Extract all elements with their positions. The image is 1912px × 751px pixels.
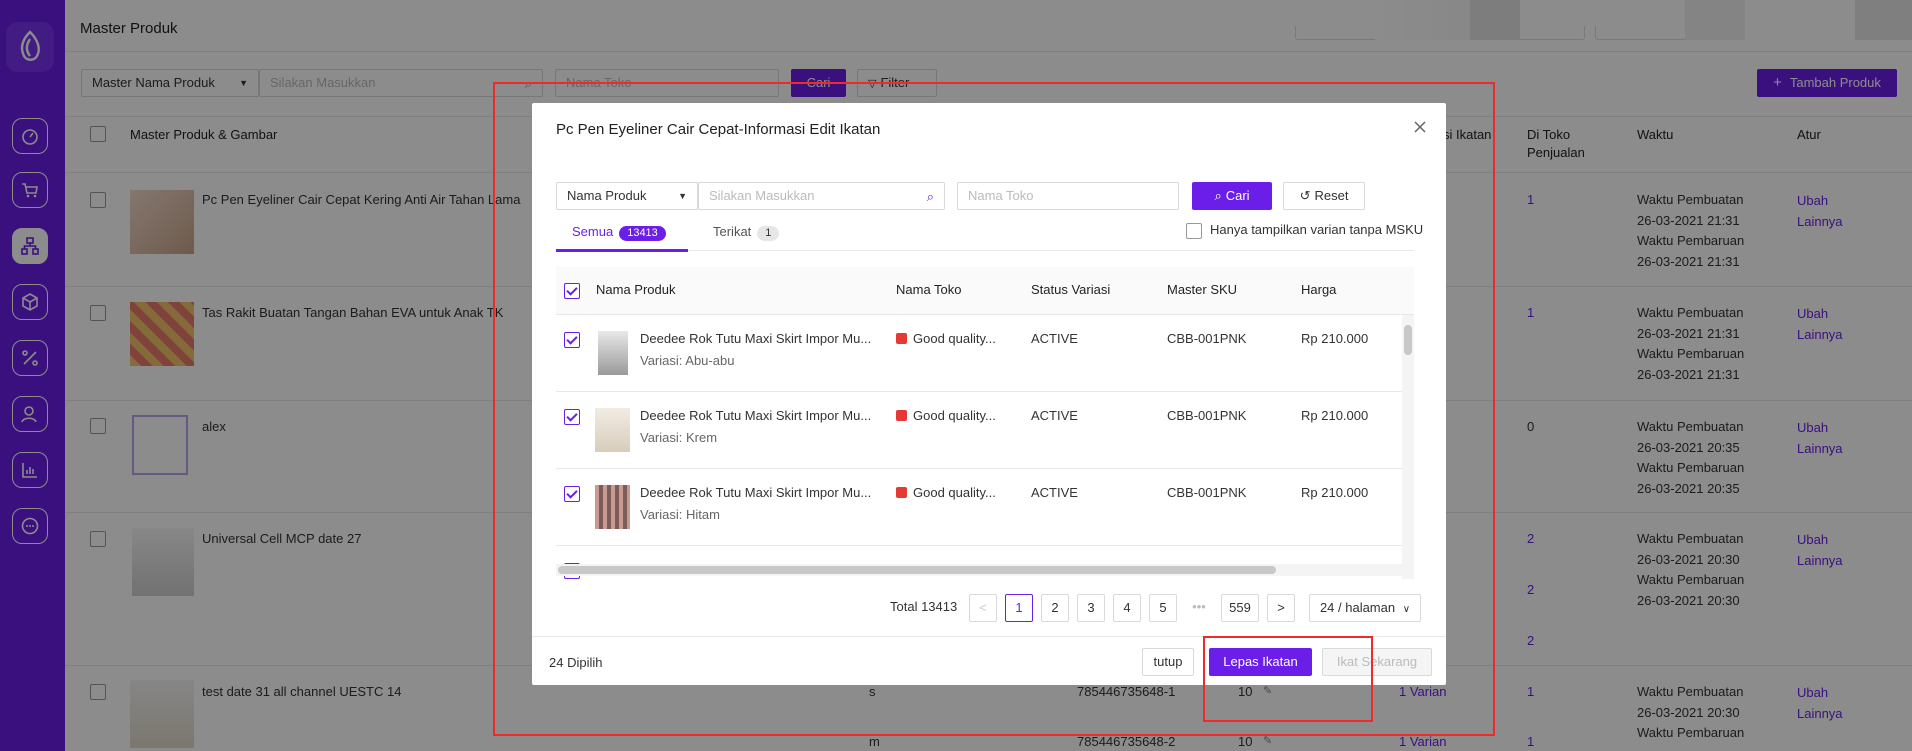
annotation-box	[1203, 636, 1373, 722]
